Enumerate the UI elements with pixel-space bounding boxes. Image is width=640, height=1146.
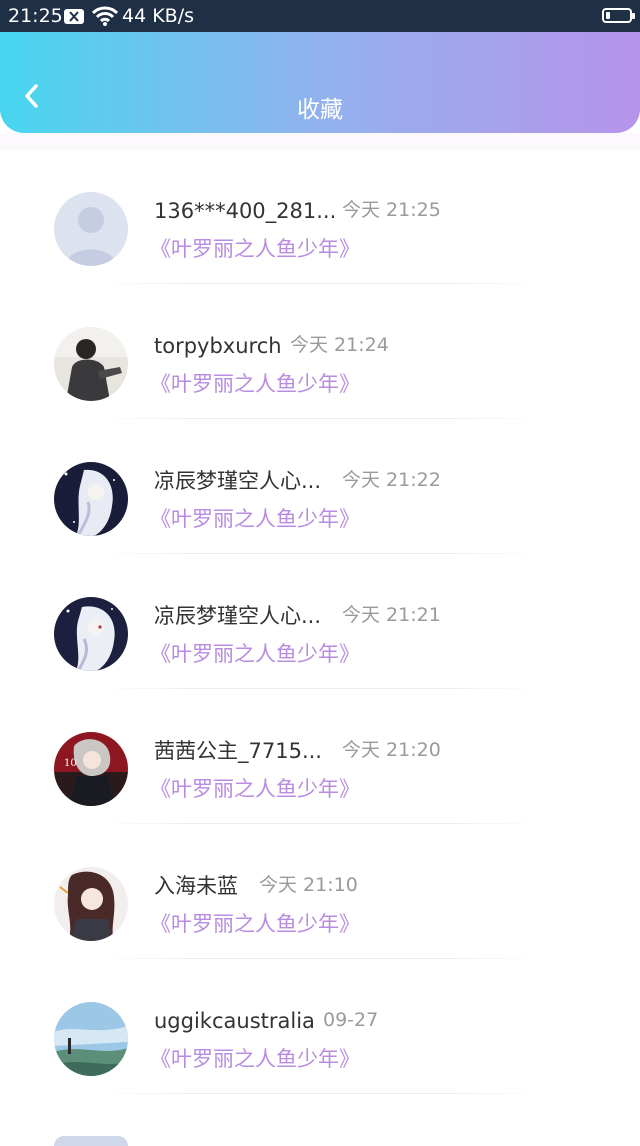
item-time: 今天 21:21 <box>342 604 441 626</box>
row-divider <box>100 958 540 959</box>
user-name: torpybxurch <box>154 334 282 358</box>
book-title[interactable]: 《叶罗丽之人鱼少年》 <box>150 911 360 937</box>
list-item[interactable]: 凉辰梦瑾空人心... 今天 21:22 《叶罗丽之人鱼少年》 <box>0 420 640 555</box>
item-time: 今天 21:25 <box>342 199 441 221</box>
default-avatar-icon <box>54 192 128 266</box>
status-bar: 21:25 44 KB/s <box>0 0 640 32</box>
book-title[interactable]: 《叶罗丽之人鱼少年》 <box>150 506 360 532</box>
book-title[interactable]: 《叶罗丽之人鱼少年》 <box>150 776 360 802</box>
list-item[interactable]: uggikcaustralia 09-27 《叶罗丽之人鱼少年》 <box>0 960 640 1095</box>
anime-avatar-icon: 10 <box>54 732 128 806</box>
network-speed: 44 KB/s <box>122 5 195 27</box>
avatar[interactable] <box>54 1002 128 1076</box>
list-item[interactable]: 入海未蓝 今天 21:10 《叶罗丽之人鱼少年》 <box>0 825 640 960</box>
favorites-list: 136***400_281... 今天 21:25 《叶罗丽之人鱼少年》 tor… <box>0 150 640 1095</box>
user-name: uggikcaustralia <box>154 1009 315 1033</box>
svg-text:10: 10 <box>64 758 77 769</box>
item-time: 今天 21:24 <box>290 334 389 356</box>
anime-avatar-icon <box>54 597 128 671</box>
notification-icon <box>64 9 84 24</box>
page-title: 收藏 <box>297 97 343 123</box>
avatar[interactable] <box>54 597 128 671</box>
list-item[interactable]: 凉辰梦瑾空人心... 今天 21:21 《叶罗丽之人鱼少年》 <box>0 555 640 690</box>
header-bar: 收藏 <box>0 32 640 133</box>
row-divider <box>100 688 540 689</box>
avatar[interactable] <box>54 327 128 401</box>
user-name: 凉辰梦瑾空人心... <box>154 604 322 628</box>
user-name: 茜茜公主_7715... <box>154 739 322 763</box>
avatar[interactable] <box>54 867 128 941</box>
avatar[interactable] <box>54 462 128 536</box>
list-item[interactable]: 10 茜茜公主_7715... 今天 21:20 《叶罗丽之人鱼少年》 <box>0 690 640 825</box>
wifi-icon <box>91 5 119 31</box>
user-name: 入海未蓝 <box>154 874 238 898</box>
avatar[interactable]: 10 <box>54 732 128 806</box>
battery-icon <box>602 8 635 23</box>
row-divider <box>100 1093 540 1094</box>
book-title[interactable]: 《叶罗丽之人鱼少年》 <box>150 641 360 667</box>
header-divider <box>0 133 640 151</box>
book-title[interactable]: 《叶罗丽之人鱼少年》 <box>150 371 360 397</box>
landscape-avatar-icon <box>54 1002 128 1076</box>
item-time: 今天 21:10 <box>259 874 358 896</box>
item-time: 今天 21:22 <box>342 469 441 491</box>
avatar[interactable] <box>54 192 128 266</box>
book-title[interactable]: 《叶罗丽之人鱼少年》 <box>150 1046 360 1072</box>
item-time: 09-27 <box>323 1009 379 1031</box>
status-time: 21:25 <box>8 5 63 27</box>
book-title[interactable]: 《叶罗丽之人鱼少年》 <box>150 236 360 262</box>
list-item[interactable]: 136***400_281... 今天 21:25 《叶罗丽之人鱼少年》 <box>0 150 640 285</box>
row-divider <box>100 823 540 824</box>
row-divider <box>100 283 540 284</box>
item-time: 今天 21:20 <box>342 739 441 761</box>
user-name: 136***400_281... <box>154 199 337 223</box>
row-divider <box>100 553 540 554</box>
user-name: 凉辰梦瑾空人心... <box>154 469 322 493</box>
anime-avatar-icon <box>54 867 128 941</box>
user-photo-icon <box>54 327 128 401</box>
anime-avatar-icon <box>54 462 128 536</box>
list-item[interactable]: torpybxurch 今天 21:24 《叶罗丽之人鱼少年》 <box>0 285 640 420</box>
row-divider <box>100 418 540 419</box>
battery-level <box>606 12 610 19</box>
